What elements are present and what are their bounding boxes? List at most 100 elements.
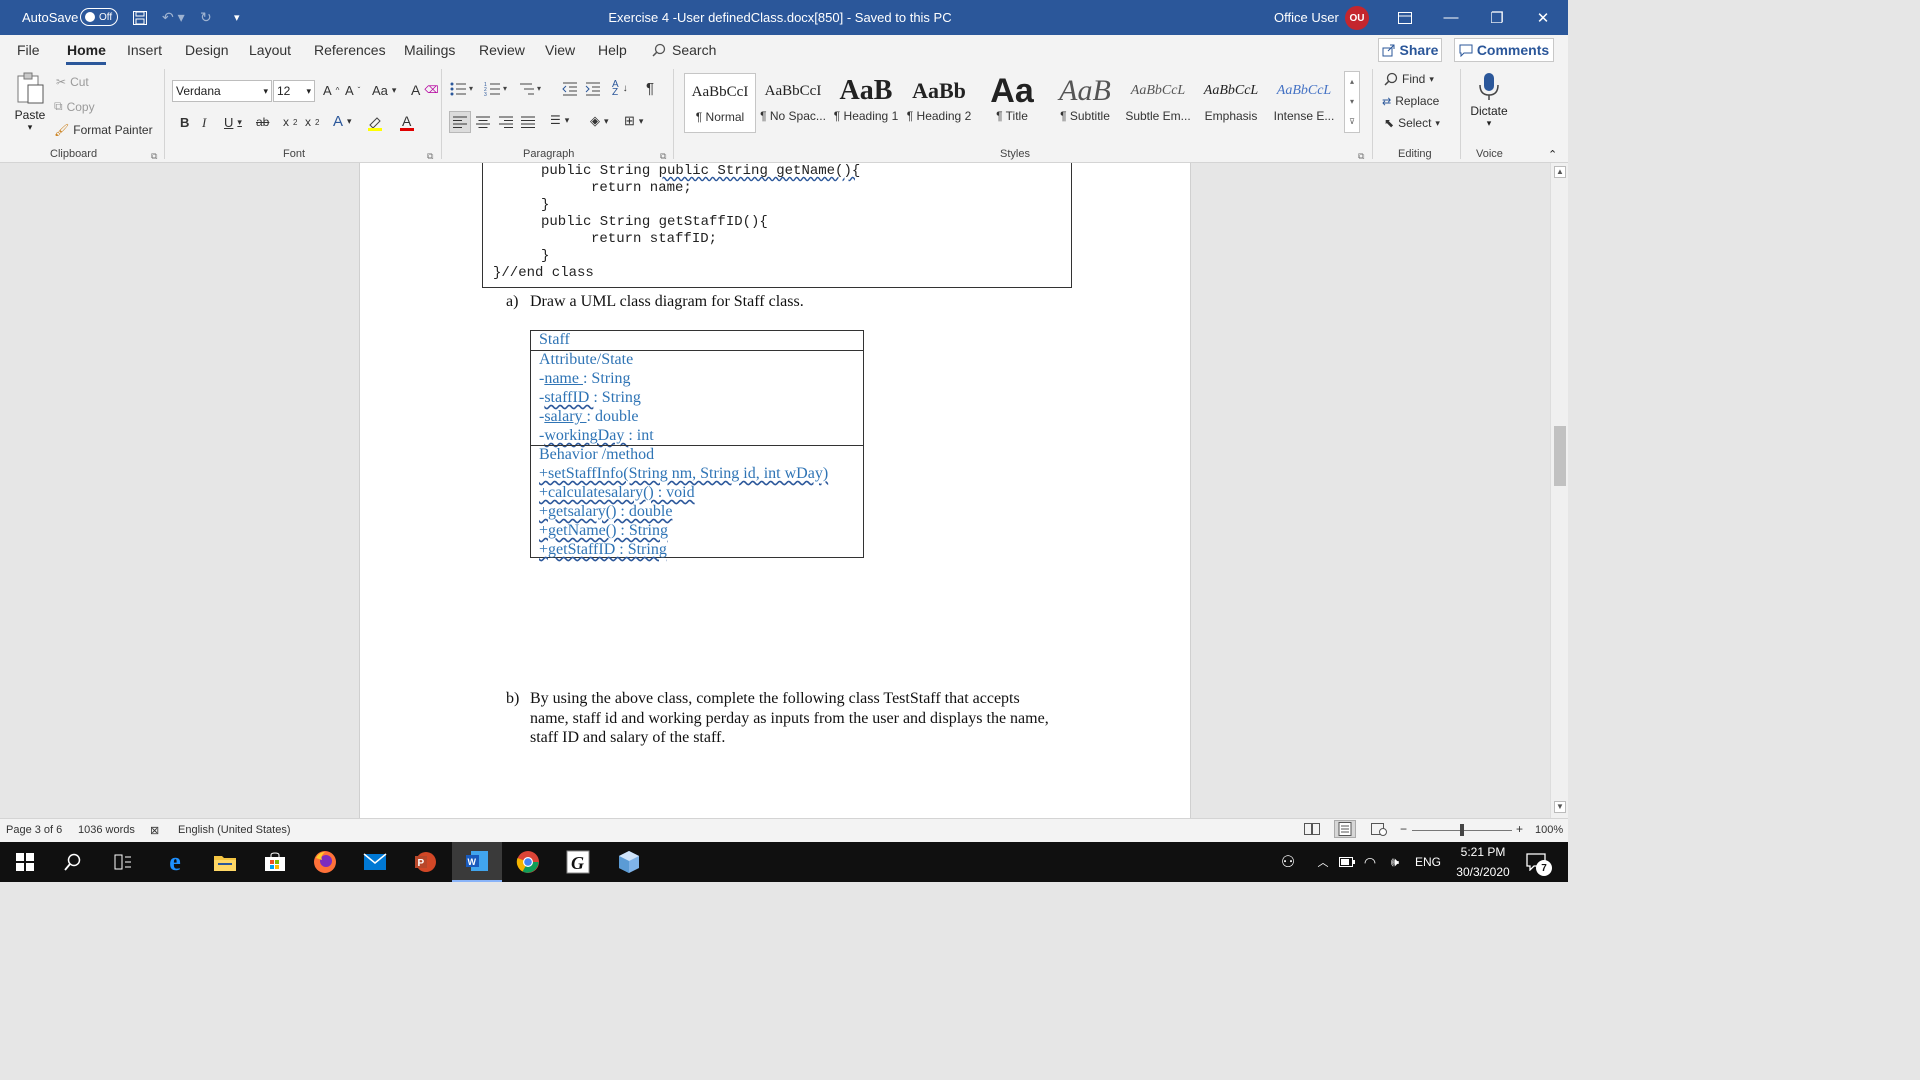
avatar[interactable]: OU	[1345, 6, 1369, 30]
vertical-scrollbar[interactable]: ▲ ▼	[1550, 163, 1568, 818]
clipboard-launcher-icon[interactable]: ⧉	[151, 151, 157, 162]
comments-button[interactable]: Comments	[1454, 38, 1554, 62]
highlight-icon[interactable]	[366, 115, 384, 134]
paragraph-launcher-icon[interactable]: ⧉	[660, 151, 666, 162]
sort-icon[interactable]: A Z ↓	[612, 80, 628, 98]
3d-box-icon[interactable]	[604, 842, 654, 882]
tab-insert[interactable]: Insert	[127, 42, 162, 58]
style-intense-emphasis[interactable]: AaBbCcL Intense E...	[1268, 73, 1340, 133]
tab-help[interactable]: Help	[598, 42, 627, 58]
zoom-in-icon[interactable]: +	[1516, 822, 1523, 836]
paste-button[interactable]: Paste ▾	[12, 71, 48, 133]
justify-icon[interactable]	[521, 116, 535, 131]
scroll-up-icon[interactable]: ▲	[1554, 166, 1566, 178]
task-view-icon[interactable]	[98, 842, 148, 882]
chrome-icon[interactable]	[503, 842, 553, 882]
collapse-ribbon-icon[interactable]: ⌃	[1548, 148, 1557, 161]
shading-icon[interactable]: ◈ ▾	[590, 113, 609, 129]
tab-home[interactable]: Home	[67, 42, 106, 58]
language-indicator[interactable]: English (United States)	[178, 824, 291, 836]
tab-view[interactable]: View	[545, 42, 575, 58]
borders-icon[interactable]: ⊞ ▾	[624, 113, 643, 129]
edge-browser-icon[interactable]: e	[150, 842, 200, 882]
style-heading-2[interactable]: AaBb ¶ Heading 2	[903, 73, 975, 133]
tab-references[interactable]: References	[314, 42, 386, 58]
input-language[interactable]: ENG	[1412, 842, 1444, 882]
zoom-slider-thumb[interactable]	[1460, 824, 1464, 836]
numbering-icon[interactable]: 1 2 3 ▾	[484, 81, 510, 100]
zoom-level[interactable]: 100%	[1535, 824, 1563, 836]
decrease-indent-icon[interactable]	[562, 81, 578, 100]
wifi-icon[interactable]: ◠	[1360, 842, 1380, 882]
grow-font-icon[interactable]: A ^	[323, 83, 339, 98]
word-icon[interactable]: W	[452, 842, 502, 882]
replace-button[interactable]: ⇄ Replace	[1382, 94, 1439, 108]
volume-icon[interactable]: 🕪	[1384, 842, 1406, 882]
superscript-icon[interactable]: x2	[305, 115, 319, 129]
page-count[interactable]: Page 3 of 6	[6, 824, 62, 836]
zoom-out-icon[interactable]: −	[1400, 822, 1407, 836]
chevron-up-icon[interactable]: ︿	[1314, 842, 1332, 882]
style-normal[interactable]: AaBbCcI ¶ Normal	[684, 73, 756, 133]
change-case-button[interactable]: Aa ▾	[372, 83, 396, 98]
tab-mailings[interactable]: Mailings	[404, 42, 455, 58]
style-no-spacing[interactable]: AaBbCcI ¶ No Spac...	[757, 73, 829, 133]
underline-icon[interactable]: U ▾	[224, 115, 242, 130]
search-icon[interactable]	[48, 842, 98, 882]
font-name-box[interactable]: Verdana ▾	[172, 80, 272, 102]
font-size-box[interactable]: 12 ▾	[273, 80, 315, 102]
word-count[interactable]: 1036 words	[78, 824, 135, 836]
powerpoint-icon[interactable]: P	[400, 842, 450, 882]
tab-review[interactable]: Review	[479, 42, 525, 58]
user-name[interactable]: Office User	[1274, 0, 1339, 35]
font-color-icon[interactable]: A	[398, 113, 416, 134]
line-spacing-icon[interactable]: ☰ ▾	[550, 113, 569, 127]
select-button[interactable]: ⬉ Select ▾	[1384, 116, 1440, 130]
multilevel-list-icon[interactable]: ▾	[518, 81, 544, 100]
windows-start-icon[interactable]	[0, 842, 50, 882]
text-effects-icon[interactable]: A ▾	[333, 113, 352, 130]
read-mode-icon[interactable]	[1304, 822, 1320, 839]
style-subtle-emphasis[interactable]: AaBbCcL Subtle Em...	[1122, 73, 1194, 133]
document-page[interactable]: public String public String getName(){ r…	[359, 163, 1191, 818]
search-box[interactable]: Search	[652, 42, 716, 58]
tab-file[interactable]: File	[17, 42, 40, 58]
subscript-icon[interactable]: x2	[283, 115, 297, 129]
customize-quick-access-icon[interactable]: ▾	[234, 0, 240, 35]
proofing-icon[interactable]: ⊠	[150, 824, 159, 837]
increase-indent-icon[interactable]	[585, 81, 601, 100]
web-layout-icon[interactable]	[1371, 822, 1387, 839]
scroll-down-icon[interactable]: ▼	[1554, 801, 1566, 813]
share-button[interactable]: Share	[1378, 38, 1442, 62]
align-left-icon[interactable]	[449, 111, 471, 133]
redo-icon[interactable]: ↻	[200, 0, 212, 35]
align-center-icon[interactable]	[476, 116, 490, 131]
people-icon[interactable]: ⚇	[1276, 842, 1300, 882]
font-launcher-icon[interactable]: ⧉	[427, 151, 433, 162]
shrink-font-icon[interactable]: Aˇ	[345, 83, 360, 98]
styles-gallery-scroll[interactable]: ▴ ▾ ⊽	[1344, 71, 1360, 133]
scroll-thumb[interactable]	[1554, 426, 1566, 486]
battery-icon[interactable]	[1338, 842, 1356, 882]
italic-icon[interactable]: I	[202, 115, 206, 131]
copy-button[interactable]: ⧉ Copy	[54, 99, 95, 114]
firefox-icon[interactable]	[300, 842, 350, 882]
style-subtitle[interactable]: AaB ¶ Subtitle	[1049, 73, 1121, 133]
g-app-icon[interactable]: G	[553, 842, 603, 882]
style-title[interactable]: Aa ¶ Title	[976, 73, 1048, 133]
find-button[interactable]: Find ▾	[1384, 72, 1434, 86]
print-layout-icon[interactable]	[1334, 820, 1356, 838]
tab-layout[interactable]: Layout	[249, 42, 291, 58]
autosave-toggle[interactable]: Off	[80, 8, 118, 26]
file-explorer-icon[interactable]	[200, 842, 250, 882]
restore-icon[interactable]: ❐	[1474, 0, 1520, 35]
bold-icon[interactable]: B	[180, 115, 189, 130]
save-icon[interactable]	[132, 0, 148, 35]
tab-design[interactable]: Design	[185, 42, 229, 58]
bullets-icon[interactable]: ▾	[450, 81, 476, 100]
styles-launcher-icon[interactable]: ⧉	[1358, 151, 1364, 162]
style-emphasis[interactable]: AaBbCcL Emphasis	[1195, 73, 1267, 133]
show-formatting-marks-icon[interactable]: ¶	[646, 80, 654, 97]
clear-formatting-icon[interactable]: A ⌫	[411, 82, 438, 98]
style-heading-1[interactable]: AaB ¶ Heading 1	[830, 73, 902, 133]
